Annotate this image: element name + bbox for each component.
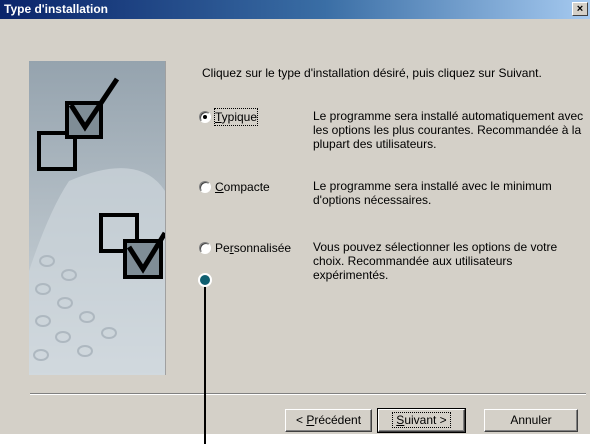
title-bar[interactable]: Type d'installation × — [0, 0, 590, 19]
radio-personnalisee[interactable] — [199, 242, 211, 254]
instructions-text: Cliquez sur le type d'installation désir… — [202, 66, 542, 80]
cancel-button[interactable]: Annuler — [484, 409, 578, 432]
previous-button[interactable]: < Précédent — [285, 409, 372, 432]
callout-line — [204, 280, 206, 444]
side-illustration — [29, 61, 166, 375]
option-description-compacte: Le programme sera installé avec le minim… — [313, 179, 552, 207]
radio-typique[interactable] — [199, 111, 211, 123]
setup-illustration-image — [29, 61, 165, 375]
option-label-compacte[interactable]: Compacte — [215, 179, 270, 195]
next-button[interactable]: Suivant > — [377, 408, 466, 433]
window-title: Type d'installation — [4, 2, 108, 16]
option-description-personnalisee: Vous pouvez sélectionner les options de … — [313, 240, 558, 282]
radio-compacte[interactable] — [199, 181, 211, 193]
close-button[interactable]: × — [572, 2, 588, 16]
installation-type-dialog: Type d'installation × Cliquez sur le typ… — [0, 0, 590, 434]
callout-marker — [198, 273, 212, 287]
option-label-typique[interactable]: Typique — [213, 108, 259, 126]
close-icon: × — [576, 3, 584, 15]
option-label-personnalisee[interactable]: Personnalisée — [215, 240, 291, 256]
option-description-typique: Le programme sera installé automatiqueme… — [313, 109, 584, 151]
button-separator — [30, 393, 586, 395]
